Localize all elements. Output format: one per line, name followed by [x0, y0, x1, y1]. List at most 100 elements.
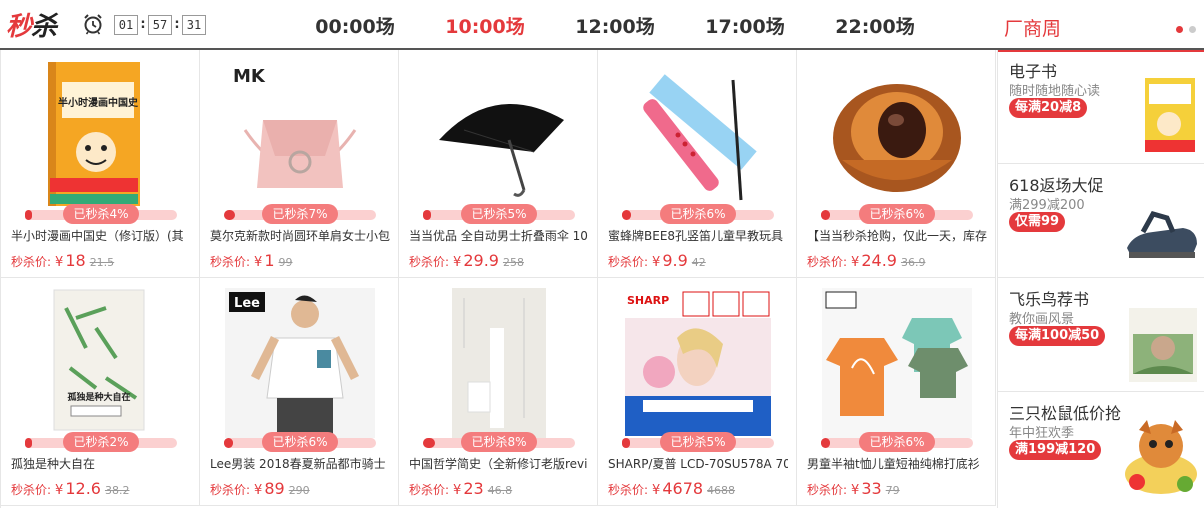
promo-title[interactable]: 三只松鼠低价抢 [1009, 400, 1121, 424]
brand-week-label: 厂商周 [1004, 18, 1062, 40]
sold-progress-fill [821, 438, 831, 448]
product-price: 秒杀价: ¥29.9 258 [409, 252, 595, 272]
price-label: 秒杀价: [11, 255, 52, 269]
side-promo-card[interactable]: 三只松鼠低价抢 年中狂欢季 满199减120 [998, 392, 1204, 506]
umbrella-icon[interactable] [424, 60, 574, 210]
currency-symbol: ¥ [55, 255, 64, 270]
seckill-logo: 秒 杀 [6, 6, 57, 42]
product-title[interactable]: 半小时漫画中国史（修订版）(其 [11, 228, 191, 244]
product-title[interactable]: 男童半袖t恤儿童短袖纯棉打底衫 [807, 456, 987, 472]
book-cover-icon[interactable]: 半小时漫画中国史 [26, 60, 176, 210]
svg-text:MK: MK [233, 66, 266, 87]
product-card[interactable]: 已秒杀8% 中国哲学简史（全新修订老版revi 秒杀价: ¥23 46.8 [399, 278, 598, 506]
time-slot-tab[interactable]: 00:00场 [290, 0, 420, 50]
svg-text:Lee: Lee [234, 296, 260, 311]
sold-percent-badge: 已秒杀6% [859, 432, 935, 452]
time-slot-tab[interactable]: 12:00场 [550, 0, 680, 50]
side-promo-card[interactable]: 618返场大促 满299减200 仅需99 [998, 164, 1204, 278]
sold-progress-fill [622, 210, 632, 220]
product-title[interactable]: 蜜蜂牌BEE8孔竖笛儿童早教玩具 [608, 228, 788, 244]
product-card[interactable]: Lee 已秒杀6% Lee男装 2018春夏新品都市骑士 秒杀价: ¥89 290 [200, 278, 399, 506]
original-price: 290 [288, 484, 310, 497]
book-cover-icon[interactable]: 孤独是种大自在 [26, 288, 176, 438]
carousel-dot[interactable] [1189, 26, 1196, 33]
price-label: 秒杀价: [409, 483, 450, 497]
sold-percent-badge: 已秒杀4% [63, 204, 139, 224]
tshirt-model-icon[interactable]: Lee [225, 288, 375, 438]
promo-subtitle: 教你画风景 [1009, 312, 1075, 327]
product-title[interactable]: 莫尔克新款时尚圆环单肩女士小包 [210, 228, 390, 244]
price-label: 秒杀价: [210, 255, 251, 269]
sold-progress-fill [423, 438, 436, 448]
countdown-minutes: 57 [148, 15, 172, 35]
promo-title[interactable]: 电子书 [1009, 58, 1057, 82]
ebook-icon[interactable] [1123, 70, 1199, 156]
promo-discount-badge: 满199减120 [1009, 440, 1102, 460]
promo-sidebar: 电子书 随时随地随心读 每满20减8 618返场大促 满299减200 仅需99… [997, 50, 1204, 508]
television-icon[interactable]: SHARP [623, 288, 773, 438]
original-price: 42 [691, 256, 706, 269]
sold-percent-badge: 已秒杀6% [262, 432, 338, 452]
product-title[interactable]: 孤独是种大自在 [11, 456, 191, 472]
original-price: 46.8 [487, 484, 513, 497]
svg-text:孤独是种大自在: 孤独是种大自在 [67, 391, 130, 403]
art-book-icon[interactable] [1123, 298, 1199, 384]
handbag-icon[interactable]: MK [225, 60, 375, 210]
original-price: 79 [885, 484, 900, 497]
product-card[interactable]: 已秒杀6% 男童半袖t恤儿童短袖纯棉打底衫 秒杀价: ¥33 79 [797, 278, 996, 506]
kids-tshirt-icon[interactable] [822, 288, 972, 438]
product-card[interactable]: 孤独是种大自在 已秒杀2% 孤独是种大自在 秒杀价: ¥12.6 38.2 [1, 278, 200, 506]
sandal-icon[interactable] [1123, 184, 1199, 270]
product-card[interactable]: SHARP 已秒杀5% SHARP/夏普 LCD-70SU578A 70 秒杀价… [598, 278, 797, 506]
currency-symbol: ¥ [254, 255, 263, 270]
original-price: 4688 [707, 484, 736, 497]
promo-title[interactable]: 618返场大促 [1009, 172, 1104, 196]
logo-char-2: 杀 [31, 11, 57, 42]
price-label: 秒杀价: [608, 483, 649, 497]
product-title[interactable]: SHARP/夏普 LCD-70SU578A 70 [608, 456, 788, 472]
countdown-seconds: 31 [182, 15, 206, 35]
product-card[interactable]: 已秒杀6% 蜜蜂牌BEE8孔竖笛儿童早教玩具 秒杀价: ¥9.9 42 [598, 50, 797, 278]
seckill-price: 29.9 [463, 251, 499, 270]
carousel-dots [1176, 26, 1196, 33]
original-price: 21.5 [89, 256, 115, 269]
product-price: 秒杀价: ¥33 79 [807, 480, 993, 500]
carousel-dot[interactable] [1176, 26, 1183, 33]
price-label: 秒杀价: [409, 255, 450, 269]
product-title[interactable]: 当当优品 全自动男士折叠雨伞 10 [409, 228, 589, 244]
seckill-price: 33 [861, 479, 882, 498]
brand-week-tab[interactable]: 厂商周 [998, 0, 1204, 52]
seckill-price: 24.9 [861, 251, 897, 270]
sold-progress-fill [224, 438, 234, 448]
sold-percent-badge: 已秒杀6% [660, 204, 736, 224]
product-card[interactable]: 已秒杀5% 当当优品 全自动男士折叠雨伞 10 秒杀价: ¥29.9 258 [399, 50, 598, 278]
product-card[interactable]: 已秒杀6% 【当当秒杀抢购，仅此一天，库存 秒杀价: ¥24.9 36.9 [797, 50, 996, 278]
original-price: 99 [278, 256, 293, 269]
product-price: 秒杀价: ¥9.9 42 [608, 252, 794, 272]
price-label: 秒杀价: [210, 483, 251, 497]
longan-fruit-icon[interactable] [822, 60, 972, 210]
seckill-price: 1 [264, 251, 275, 270]
book-cover-icon[interactable] [424, 288, 574, 438]
squirrel-snacks-icon[interactable] [1123, 412, 1199, 498]
seckill-price: 23 [463, 479, 484, 498]
product-title[interactable]: 中国哲学简史（全新修订老版revi [409, 456, 589, 472]
product-title[interactable]: Lee男装 2018春夏新品都市骑士 [210, 456, 390, 472]
time-slot-tab[interactable]: 17:00场 [680, 0, 810, 50]
side-promo-card[interactable]: 飞乐鸟荐书 教你画风景 每满100减50 [998, 278, 1204, 392]
time-slot-tab[interactable]: 22:00场 [810, 0, 940, 50]
product-price: 秒杀价: ¥24.9 36.9 [807, 252, 993, 272]
product-title[interactable]: 【当当秒杀抢购，仅此一天，库存 [807, 228, 987, 244]
side-promo-card[interactable]: 电子书 随时随地随心读 每满20减8 [998, 50, 1204, 164]
seckill-price: 18 [65, 251, 86, 270]
time-slot-tab[interactable]: 10:00场 [420, 0, 550, 50]
recorder-flute-icon[interactable] [623, 60, 773, 210]
promo-title[interactable]: 飞乐鸟荐书 [1009, 286, 1089, 310]
seckill-price: 9.9 [662, 251, 688, 270]
time-slot-tabs: 00:00场 10:00场 12:00场 17:00场 22:00场 [290, 0, 940, 50]
countdown-timer: 01 : 57 : 31 [114, 15, 206, 35]
product-card[interactable]: 半小时漫画中国史 已秒杀4% 半小时漫画中国史（修订版）(其 秒杀价: ¥18 21… [1, 50, 200, 278]
product-card[interactable]: MK 已秒杀7% 莫尔克新款时尚圆环单肩女士小包 秒杀价: ¥1 99 [200, 50, 399, 278]
seckill-header: 秒 杀 01 : 57 : 31 00:00场 10:00场 12:00场 17… [0, 0, 1204, 52]
logo-char-1: 秒 [6, 11, 32, 42]
